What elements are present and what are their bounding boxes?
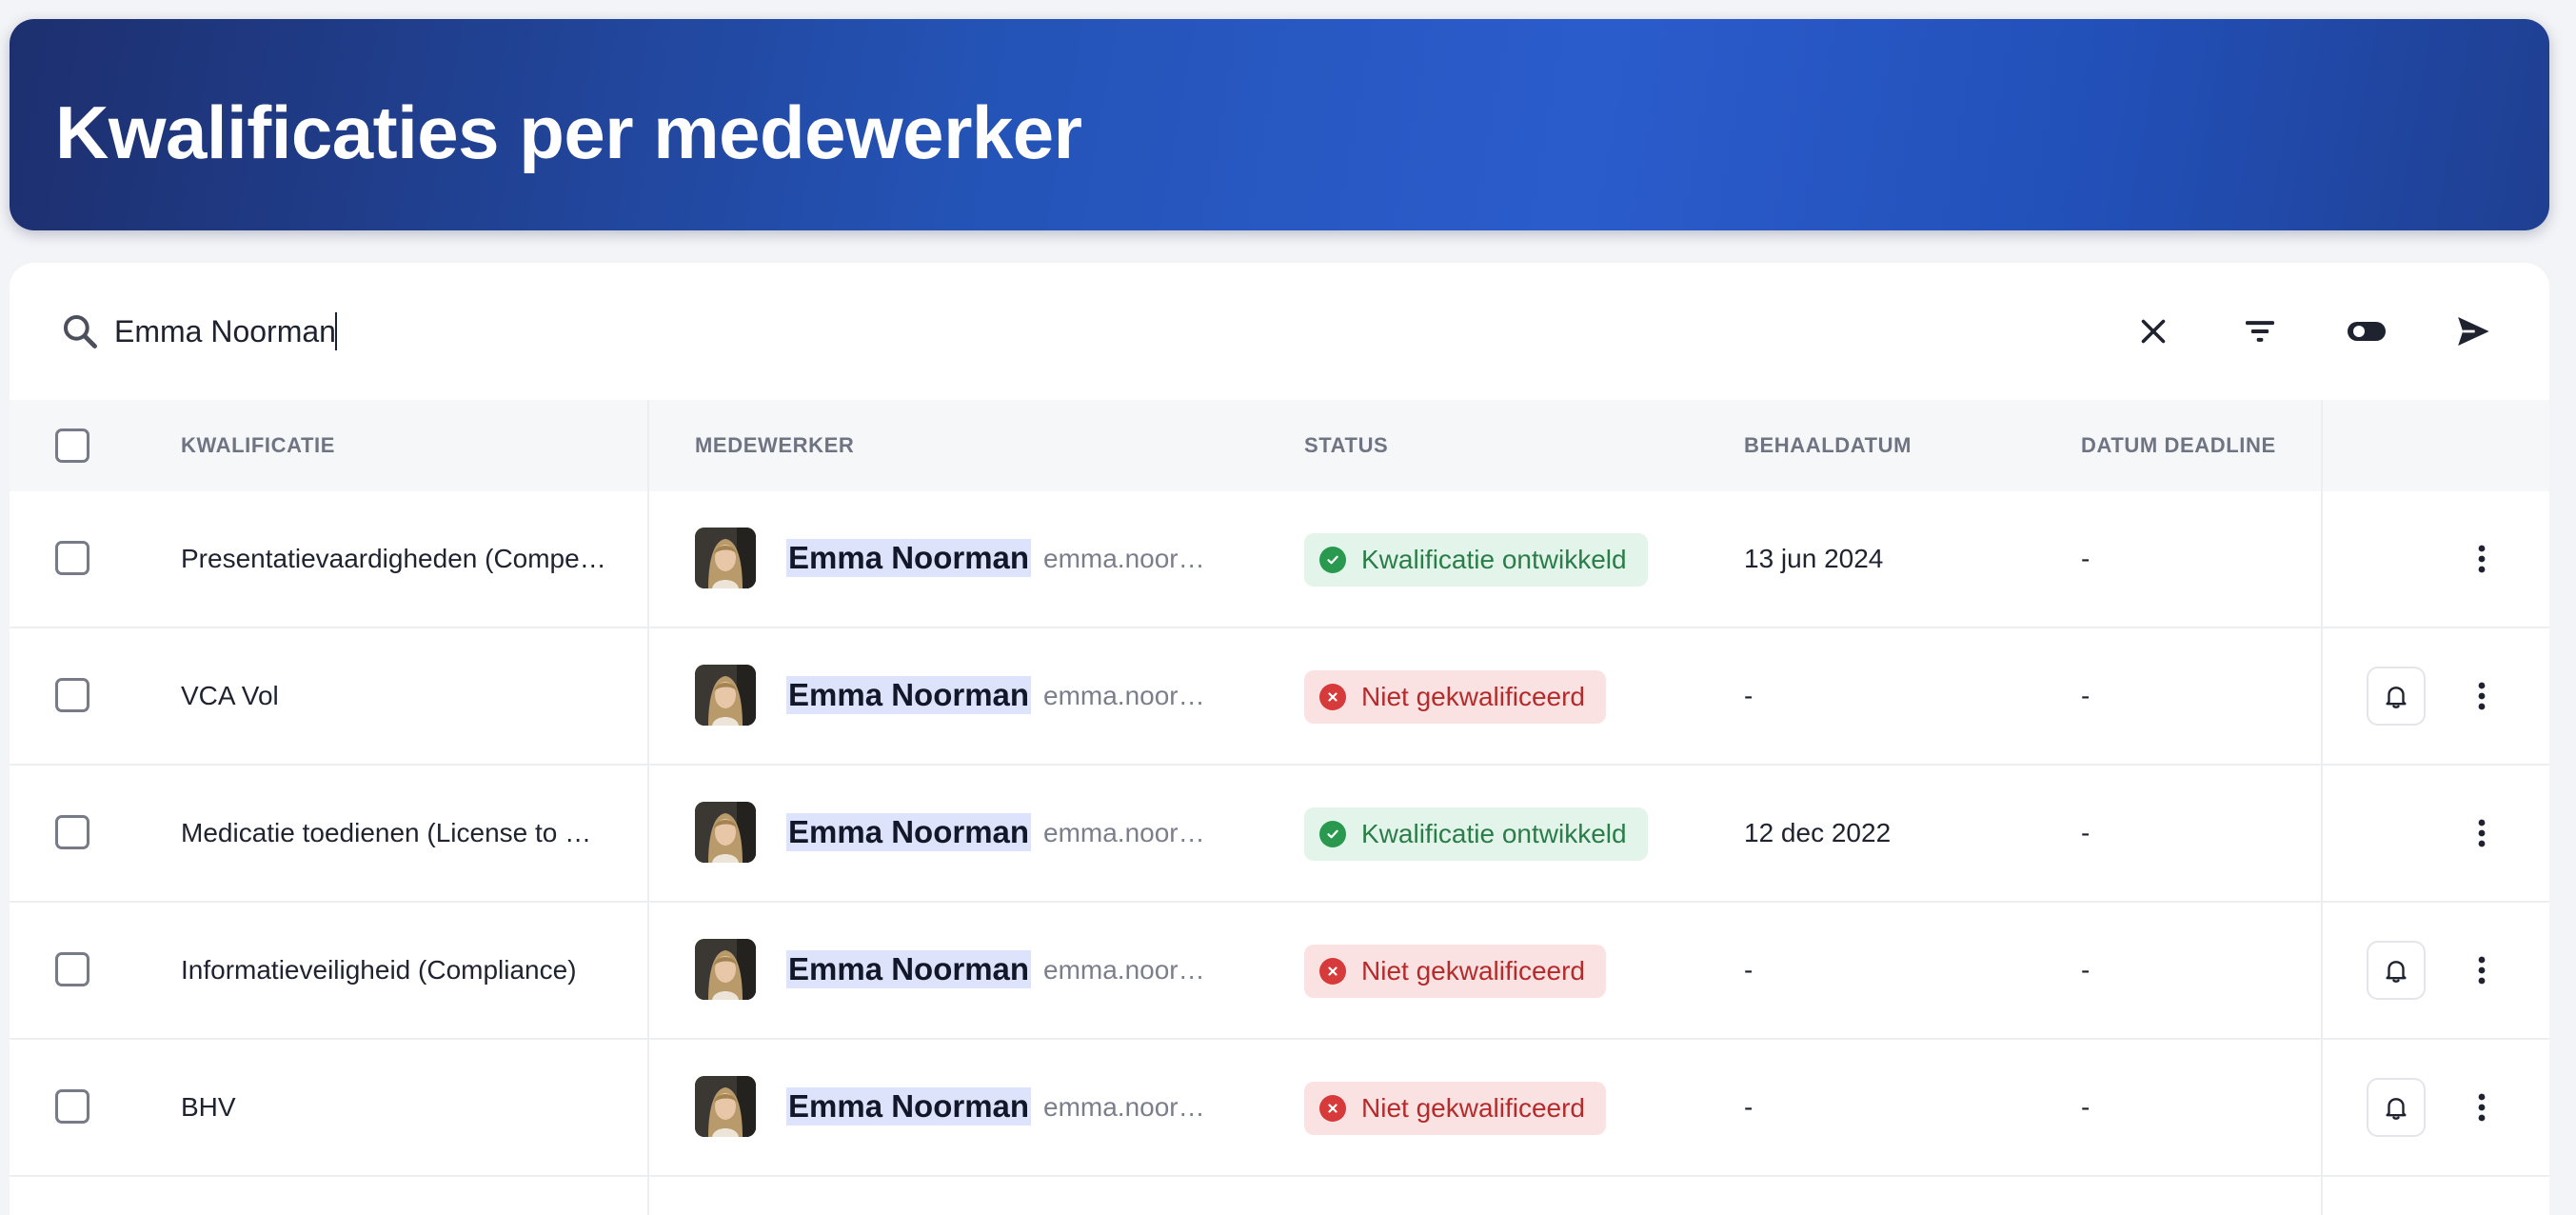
more-options-button[interactable] <box>2458 1084 2506 1131</box>
status-badge: Kwalificatie ontwikkeld <box>1304 807 1648 861</box>
filter-button[interactable] <box>2229 301 2290 362</box>
employee-email: emma.noor… <box>1043 681 1205 710</box>
notify-button[interactable] <box>2367 941 2426 1000</box>
notify-button[interactable] <box>2367 667 2426 726</box>
more-options-button[interactable] <box>2458 672 2506 720</box>
error-circle-icon <box>1319 958 1346 985</box>
row-checkbox[interactable] <box>55 678 89 712</box>
page-header: Kwalificaties per medewerker <box>10 19 2549 230</box>
send-button[interactable] <box>2443 301 2504 362</box>
employee-email: emma.noor… <box>1043 955 1205 985</box>
row-checkbox[interactable] <box>55 1089 89 1124</box>
more-vertical-icon <box>2478 956 2486 985</box>
achieved-date: - <box>1744 681 1754 710</box>
column-header-datum-deadline[interactable]: DATUM DEADLINE <box>2081 400 2276 491</box>
table-row[interactable]: Presentatievaardigheden (Compe… Emma Noo… <box>10 491 2549 628</box>
more-options-button[interactable] <box>2458 809 2506 857</box>
bell-icon <box>2386 961 2407 983</box>
employee-email: emma.noor… <box>1043 1092 1205 1122</box>
qualification-name[interactable]: VCA Vol <box>181 628 279 764</box>
column-header-behaaldatum[interactable]: BEHAALDATUM <box>1744 400 1912 491</box>
clear-search-button[interactable] <box>2123 301 2184 362</box>
qualifications-card: KWALIFICATIE MEDEWERKER STATUS BEHAALDAT… <box>10 263 2549 1215</box>
employee-name[interactable]: Emma Noorman <box>786 813 1032 851</box>
table-row[interactable]: BHV Emma Noorman emma.noor… Niet gekwali… <box>10 1040 2549 1177</box>
select-all-checkbox[interactable] <box>55 428 89 463</box>
status-label: Niet gekwalificeerd <box>1361 682 1585 711</box>
status-label: Kwalificatie ontwikkeld <box>1361 545 1627 574</box>
filter-icon <box>2246 321 2274 342</box>
row-checkbox[interactable] <box>55 541 89 575</box>
qualification-name[interactable]: Presentatievaardigheden (Compe… <box>181 491 606 627</box>
check-circle-icon <box>1319 547 1346 573</box>
column-header-kwalificatie[interactable]: KWALIFICATIE <box>181 400 335 491</box>
search-input[interactable] <box>114 305 1447 358</box>
column-header-status[interactable]: STATUS <box>1304 400 1388 491</box>
search-icon <box>63 314 97 349</box>
check-circle-icon <box>1319 821 1346 847</box>
avatar <box>695 802 756 863</box>
search-bar <box>10 263 2549 400</box>
qualification-name[interactable]: Medicatie toedienen (License to … <box>181 766 591 901</box>
qualification-name[interactable]: BHV <box>181 1040 236 1175</box>
status-badge: Kwalificatie ontwikkeld <box>1304 533 1648 587</box>
more-vertical-icon <box>2478 545 2486 573</box>
table-header: KWALIFICATIE MEDEWERKER STATUS BEHAALDAT… <box>10 400 2549 491</box>
status-label: Niet gekwalificeerd <box>1361 956 1585 986</box>
employee-email: emma.noor… <box>1043 818 1205 847</box>
column-header-medewerker[interactable]: MEDEWERKER <box>695 400 854 491</box>
status-badge: Niet gekwalificeerd <box>1304 945 1606 998</box>
employee-name[interactable]: Emma Noorman <box>786 1087 1032 1125</box>
more-options-button[interactable] <box>2458 535 2506 583</box>
employee-name[interactable]: Emma Noorman <box>786 539 1032 577</box>
table-row[interactable]: VCA Vol Emma Noorman emma.noor… Niet gek… <box>10 628 2549 766</box>
achieved-date: 12 dec 2022 <box>1744 818 1892 847</box>
status-badge: Niet gekwalificeerd <box>1304 670 1606 724</box>
employee-name[interactable]: Emma Noorman <box>786 676 1032 714</box>
deadline-date: - <box>2081 544 2091 573</box>
deadline-date: - <box>2081 1092 2091 1122</box>
employee-email: emma.noor… <box>1043 544 1205 573</box>
row-checkbox[interactable] <box>55 815 89 849</box>
close-icon <box>2141 319 2166 344</box>
avatar-photo <box>695 939 756 1000</box>
row-checkbox[interactable] <box>55 952 89 986</box>
avatar <box>695 1076 756 1137</box>
status-label: Niet gekwalificeerd <box>1361 1093 1585 1123</box>
table-row[interactable]: Medicatie toedienen (License to … Emma N… <box>10 766 2549 903</box>
more-vertical-icon <box>2478 682 2486 710</box>
table-row[interactable]: Informatieveiligheid (Compliance) Emma N… <box>10 903 2549 1040</box>
deadline-date: - <box>2081 818 2091 847</box>
notify-button[interactable] <box>2367 1078 2426 1137</box>
avatar-photo <box>695 802 756 863</box>
more-vertical-icon <box>2478 819 2486 847</box>
achieved-date: 13 jun 2024 <box>1744 544 1884 573</box>
employee-name[interactable]: Emma Noorman <box>786 950 1032 988</box>
error-circle-icon <box>1319 684 1346 710</box>
avatar <box>695 665 756 726</box>
text-caret <box>335 312 337 350</box>
deadline-date: - <box>2081 955 2091 985</box>
more-vertical-icon <box>2478 1093 2486 1122</box>
toggle-icon <box>2348 322 2386 341</box>
avatar <box>695 528 756 588</box>
page-title: Kwalificaties per medewerker <box>55 90 1082 174</box>
achieved-date: - <box>1744 1092 1754 1122</box>
status-badge: Niet gekwalificeerd <box>1304 1082 1606 1135</box>
deadline-date: - <box>2081 681 2091 710</box>
avatar-photo <box>695 1076 756 1137</box>
avatar-photo <box>695 528 756 588</box>
avatar-photo <box>695 665 756 726</box>
more-options-button[interactable] <box>2458 946 2506 994</box>
error-circle-icon <box>1319 1095 1346 1122</box>
bell-icon <box>2386 1098 2407 1120</box>
bell-icon <box>2386 687 2407 708</box>
send-icon <box>2458 317 2489 346</box>
avatar <box>695 939 756 1000</box>
status-label: Kwalificatie ontwikkeld <box>1361 819 1627 848</box>
view-toggle-button[interactable] <box>2336 301 2397 362</box>
qualification-name[interactable]: Informatieveiligheid (Compliance) <box>181 903 577 1038</box>
achieved-date: - <box>1744 955 1754 985</box>
